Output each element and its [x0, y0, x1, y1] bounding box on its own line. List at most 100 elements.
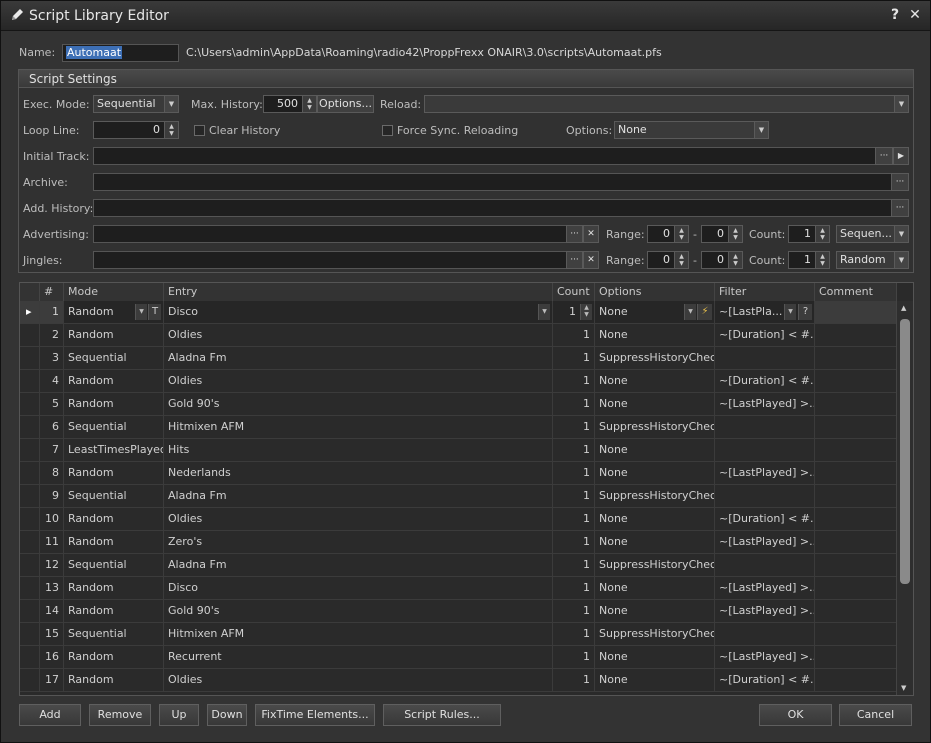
chevron-down-icon[interactable]: ▼: [684, 304, 696, 320]
cell-number[interactable]: 1: [40, 301, 64, 323]
force-sync-checkbox[interactable]: [382, 125, 393, 136]
cell-number[interactable]: 3: [40, 347, 64, 369]
table-row[interactable]: 12 Sequential Aladna Fm 1 SuppressHistoryChe…: [20, 554, 897, 577]
cell-mode[interactable]: Random: [64, 646, 164, 668]
jin-range-to-spinner[interactable]: 0 ▲ ▼: [701, 251, 743, 269]
table-row[interactable]: 15 Sequential Hitmixen AFM 1 SuppressHistory…: [20, 623, 897, 646]
cell-mode[interactable]: Random: [64, 669, 164, 691]
cell-options[interactable]: SuppressHistoryCheck: [595, 347, 715, 369]
row-indicator[interactable]: [20, 370, 40, 392]
cell-options[interactable]: None: [595, 370, 715, 392]
cell-count[interactable]: 1: [553, 416, 595, 438]
cell-count[interactable]: 1: [553, 485, 595, 507]
cell-number[interactable]: 11: [40, 531, 64, 553]
jin-range-from-spinner[interactable]: 0 ▲ ▼: [647, 251, 689, 269]
row-indicator[interactable]: [20, 347, 40, 369]
down-button[interactable]: Down: [207, 704, 247, 726]
browse-button[interactable]: ···: [891, 199, 909, 217]
table-row[interactable]: 14 Random Gold 90's 1 None ~[LastPlayed] >...: [20, 600, 897, 623]
cell-entry[interactable]: Oldies: [164, 324, 553, 346]
script-rules-button[interactable]: Script Rules...: [383, 704, 501, 726]
cell-entry[interactable]: Zero's: [164, 531, 553, 553]
cell-count[interactable]: 1: [553, 600, 595, 622]
table-row[interactable]: 17 Random Oldies 1 None ~[Duration] < #...: [20, 669, 897, 692]
cell-comment[interactable]: [815, 347, 897, 369]
cell-number[interactable]: 13: [40, 577, 64, 599]
table-row[interactable]: 8 Random Nederlands 1 None ~[LastPlayed] >...: [20, 462, 897, 485]
cell-comment[interactable]: [815, 600, 897, 622]
cell-comment[interactable]: [815, 554, 897, 576]
cell-filter[interactable]: ~[Duration] < #...: [715, 324, 815, 346]
column-header-filter[interactable]: Filter: [715, 283, 815, 301]
cell-number[interactable]: 4: [40, 370, 64, 392]
column-header-comment[interactable]: Comment: [815, 283, 897, 301]
cell-count[interactable]: 1: [553, 462, 595, 484]
cell-count[interactable]: 1: [553, 324, 595, 346]
cell-comment[interactable]: [815, 324, 897, 346]
cell-entry[interactable]: Hitmixen AFM: [164, 623, 553, 645]
cell-filter[interactable]: ~[LastPlayed] >...: [715, 393, 815, 415]
cell-entry[interactable]: Oldies: [164, 370, 553, 392]
reload-select[interactable]: ▼: [424, 95, 909, 113]
table-row[interactable]: 2 Random Oldies 1 None ~[Duration] < #...: [20, 324, 897, 347]
row-indicator[interactable]: [20, 623, 40, 645]
chevron-down-icon[interactable]: ▼: [784, 304, 796, 320]
cell-comment[interactable]: [815, 439, 897, 461]
cell-options[interactable]: SuppressHistoryCheck: [595, 554, 715, 576]
cell-number[interactable]: 2: [40, 324, 64, 346]
cell-count[interactable]: 1: [553, 393, 595, 415]
cell-options[interactable]: None: [595, 646, 715, 668]
cell-options[interactable]: None: [595, 531, 715, 553]
row-indicator[interactable]: [20, 554, 40, 576]
table-row[interactable]: 7 LeastTimesPlayed Hits 1 None: [20, 439, 897, 462]
cell-mode[interactable]: Random: [64, 393, 164, 415]
table-row[interactable]: 13 Random Disco 1 None ~[LastPlayed] >...: [20, 577, 897, 600]
browse-button[interactable]: ···: [566, 251, 583, 269]
cell-filter[interactable]: ~[Duration] < #...: [715, 508, 815, 530]
options-select[interactable]: None ▼: [614, 121, 769, 139]
cell-filter[interactable]: ~[LastPlayed] >...: [715, 577, 815, 599]
cell-mode[interactable]: Random: [64, 531, 164, 553]
cell-mode[interactable]: Random T ▼: [64, 301, 164, 323]
clear-icon[interactable]: ✕: [583, 225, 599, 243]
browse-button[interactable]: ···: [566, 225, 583, 243]
fixtime-elements-button[interactable]: FixTime Elements...: [255, 704, 375, 726]
cell-filter[interactable]: [715, 439, 815, 461]
clear-icon[interactable]: ✕: [583, 251, 599, 269]
cell-number[interactable]: 17: [40, 669, 64, 691]
cell-entry[interactable]: Gold 90's: [164, 393, 553, 415]
advertising-input[interactable]: [93, 225, 599, 243]
cell-mode[interactable]: Random: [64, 370, 164, 392]
browse-button[interactable]: ···: [875, 147, 893, 165]
cell-entry[interactable]: Hits: [164, 439, 553, 461]
cell-entry[interactable]: Disco ▼: [164, 301, 553, 323]
spinner-arrows-icon[interactable]: ▲ ▼: [728, 226, 742, 242]
cell-mode[interactable]: Sequential: [64, 416, 164, 438]
cell-filter[interactable]: [715, 347, 815, 369]
close-icon[interactable]: ✕: [906, 7, 924, 23]
cell-mode[interactable]: Sequential: [64, 485, 164, 507]
cell-mode[interactable]: Random: [64, 600, 164, 622]
spinner-arrows-icon[interactable]: ▲ ▼: [164, 122, 178, 138]
cell-filter[interactable]: ~[LastPlayed] >...: [715, 600, 815, 622]
cell-entry[interactable]: Aladna Fm: [164, 485, 553, 507]
cell-mode[interactable]: Random: [64, 508, 164, 530]
column-header-entry[interactable]: Entry: [164, 283, 553, 301]
cell-number[interactable]: 6: [40, 416, 64, 438]
column-header-options[interactable]: Options: [595, 283, 715, 301]
cell-options[interactable]: None: [595, 439, 715, 461]
spinner-arrows-icon[interactable]: ▲ ▼: [674, 252, 688, 268]
add-button[interactable]: Add: [19, 704, 81, 726]
cell-filter[interactable]: [715, 623, 815, 645]
spinner-arrows-icon[interactable]: ▲ ▼: [728, 252, 742, 268]
adv-range-to-spinner[interactable]: 0 ▲ ▼: [701, 225, 743, 243]
adv-count-spinner[interactable]: 1 ▲ ▼: [788, 225, 830, 243]
column-header-count[interactable]: Count: [553, 283, 595, 301]
spinner-arrows-icon[interactable]: ▲ ▼: [580, 304, 592, 320]
cell-filter[interactable]: ~[LastPlayed] >...: [715, 531, 815, 553]
cell-mode[interactable]: Random: [64, 577, 164, 599]
cell-options[interactable]: SuppressHistoryCheck: [595, 623, 715, 645]
cell-count[interactable]: 1: [553, 531, 595, 553]
cell-number[interactable]: 15: [40, 623, 64, 645]
scroll-down-icon[interactable]: ▼: [901, 684, 906, 692]
